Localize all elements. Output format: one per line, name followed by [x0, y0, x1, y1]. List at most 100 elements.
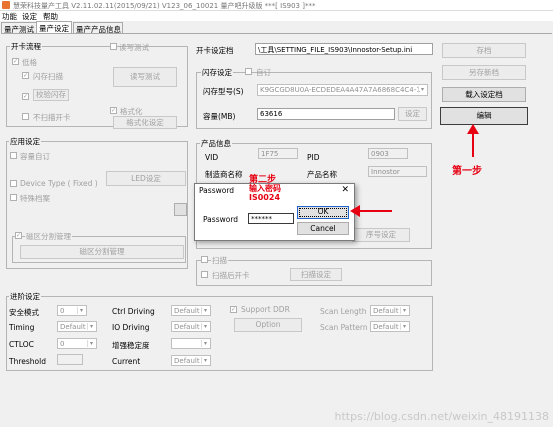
partition-button[interactable]: 磁区分割管理 — [20, 245, 184, 259]
device-type-checkbox[interactable] — [10, 180, 17, 187]
tab-production-test[interactable]: 量产测试 — [1, 22, 37, 34]
custom-label: 自订 — [256, 68, 271, 77]
scan-settings-button[interactable]: 扫描设定 — [290, 268, 342, 281]
io-driving-label: IO Driving — [112, 323, 150, 332]
verify-flash-button[interactable]: 校验闪存 — [33, 89, 69, 101]
ok-button[interactable]: OK — [297, 206, 349, 219]
scan-length-value: Default — [373, 307, 399, 315]
boost-select[interactable]: ▾ — [171, 338, 211, 349]
chevron-down-icon: ▾ — [87, 323, 95, 330]
flash-scan-label: 闪存扫描 — [33, 72, 63, 81]
chevron-down-icon: ▾ — [201, 340, 209, 347]
chevron-down-icon: ▾ — [400, 307, 408, 314]
card-settings-label: 开卡设定档 — [196, 46, 234, 55]
led-settings-button[interactable]: LED设定 — [106, 171, 186, 186]
code-annotation: IS0024 — [249, 193, 281, 202]
flash-scan-checkbox[interactable]: ✓ — [22, 72, 29, 79]
scan-title: 扫描 — [211, 255, 228, 266]
verify-flash-checkbox[interactable]: ✓ — [22, 93, 29, 100]
no-reopen-checkbox[interactable] — [22, 113, 29, 120]
advanced-title: 进阶设定 — [9, 291, 41, 302]
device-type-label: Device Type ( Fixed ) — [20, 179, 98, 188]
save-button[interactable]: 存档 — [442, 43, 526, 58]
close-icon[interactable]: ✕ — [341, 185, 349, 195]
support-ddr-checkbox[interactable]: ✓ — [230, 306, 237, 313]
option-button[interactable]: Option — [234, 318, 302, 332]
safe-mode-label: 安全模式 — [9, 308, 39, 317]
chevron-down-icon: ▾ — [400, 323, 408, 330]
timing-value: Default — [60, 323, 86, 331]
scan-pattern-label: Scan Pattern — [320, 323, 368, 332]
format-checkbox[interactable]: ✓ — [110, 107, 117, 114]
product-name-label: 产品名称 — [307, 170, 337, 179]
flash-model-select[interactable]: K9GCGD8U0A-ECDEDEA4A47A7A6868C4C4-1 ▾ — [257, 84, 428, 96]
cancel-button[interactable]: Cancel — [297, 222, 349, 235]
read-test-checkbox[interactable] — [110, 43, 117, 50]
watermark: https://blog.csdn.net/weixin_48191138 — [334, 410, 549, 423]
read-test-button[interactable]: 读写测试 — [113, 67, 177, 87]
vid-label: VID — [205, 153, 219, 162]
load-settings-button[interactable]: 载入设定档 — [442, 87, 526, 102]
flash-model-label: 闪存型号(S) — [203, 87, 244, 96]
save-as-button[interactable]: 另存新档 — [442, 65, 526, 80]
ctloc-label: CTLOC — [9, 340, 34, 349]
tab-strip: 量产测试 量产设定 量产产品信息 — [0, 21, 553, 34]
capacity-label: 容量(MB) — [203, 112, 236, 121]
threshold-field[interactable] — [57, 354, 83, 365]
ctrl-driving-value: Default — [174, 307, 200, 315]
capacity-field[interactable]: 63616 — [257, 108, 395, 120]
safe-mode-value: 0 — [60, 307, 65, 315]
tab-product-info[interactable]: 量产产品信息 — [73, 22, 123, 34]
vid-field[interactable]: 1F75 — [258, 148, 298, 159]
io-driving-value: Default — [174, 323, 200, 331]
read-test-label: 读写测试 — [119, 43, 149, 52]
serial-settings-button[interactable]: 序号设定 — [352, 228, 410, 242]
chevron-down-icon: ▾ — [201, 357, 209, 364]
flash-settings-button[interactable]: 设定 — [398, 107, 427, 121]
chevron-down-icon: ▾ — [201, 323, 209, 330]
special-files-checkbox[interactable] — [10, 194, 17, 201]
partition-checkbox[interactable]: ✓ — [15, 232, 22, 239]
low-format-checkbox[interactable]: ✓ — [12, 58, 19, 65]
boost-label: 增强稳定度 — [112, 341, 150, 350]
capacity-fixed-checkbox[interactable] — [10, 152, 17, 159]
low-format-label: 低格 — [22, 58, 37, 67]
io-driving-select[interactable]: Default ▾ — [171, 321, 211, 332]
password-label: Password — [203, 215, 239, 224]
chevron-down-icon: ▾ — [418, 86, 426, 93]
edit-button[interactable]: 编辑 — [440, 107, 528, 125]
scan-pattern-value: Default — [373, 323, 399, 331]
password-input[interactable]: ****** — [248, 213, 294, 224]
pid-field[interactable]: 0903 — [368, 148, 408, 159]
scan-checkbox[interactable] — [201, 256, 208, 263]
product-name-field[interactable]: Innostor — [368, 166, 427, 177]
browse-button[interactable] — [174, 203, 187, 216]
current-value: Default — [174, 357, 200, 365]
threshold-label: Threshold — [9, 357, 46, 366]
scan-length-select[interactable]: Default ▾ — [370, 305, 410, 316]
ctrl-driving-label: Ctrl Driving — [112, 307, 155, 316]
app-icon — [2, 1, 10, 9]
custom-checkbox[interactable] — [245, 68, 252, 75]
ctloc-value: 0 — [60, 340, 65, 348]
maker-label: 制造商名称 — [205, 170, 243, 179]
flash-model-value: K9GCGD8U0A-ECDEDEA4A47A7A6868C4C4-1 — [260, 86, 421, 94]
scan-pattern-select[interactable]: Default ▾ — [370, 321, 410, 332]
title-bar: 慧荣科技量产工具 V2.11.02.11(2015/09/21) V123_06… — [0, 0, 553, 11]
chevron-down-icon: ▾ — [77, 307, 85, 314]
support-ddr-label: Support DDR — [241, 305, 290, 314]
ctloc-select[interactable]: 0 ▾ — [57, 338, 97, 349]
settings-file-path[interactable]: \工具\SETTING_FILE_IS903\Innostor-Setup.in… — [255, 43, 433, 55]
no-reopen-label: 不扫描开卡 — [33, 113, 71, 122]
current-select[interactable]: Default ▾ — [171, 355, 211, 366]
dialog-title: Password — [199, 186, 235, 195]
step1-annotation: 第一步 — [452, 166, 482, 177]
timing-select[interactable]: Default ▾ — [57, 321, 97, 332]
after-scan-checkbox[interactable] — [201, 271, 208, 278]
format-settings-button[interactable]: 格式化设定 — [113, 116, 177, 129]
product-info-title: 产品信息 — [200, 138, 232, 149]
ctrl-driving-select[interactable]: Default ▾ — [171, 305, 211, 316]
tab-production-settings[interactable]: 量产设定 — [36, 21, 72, 33]
special-files-label: 特殊档案 — [20, 194, 50, 203]
safe-mode-select[interactable]: 0 ▾ — [57, 305, 87, 316]
